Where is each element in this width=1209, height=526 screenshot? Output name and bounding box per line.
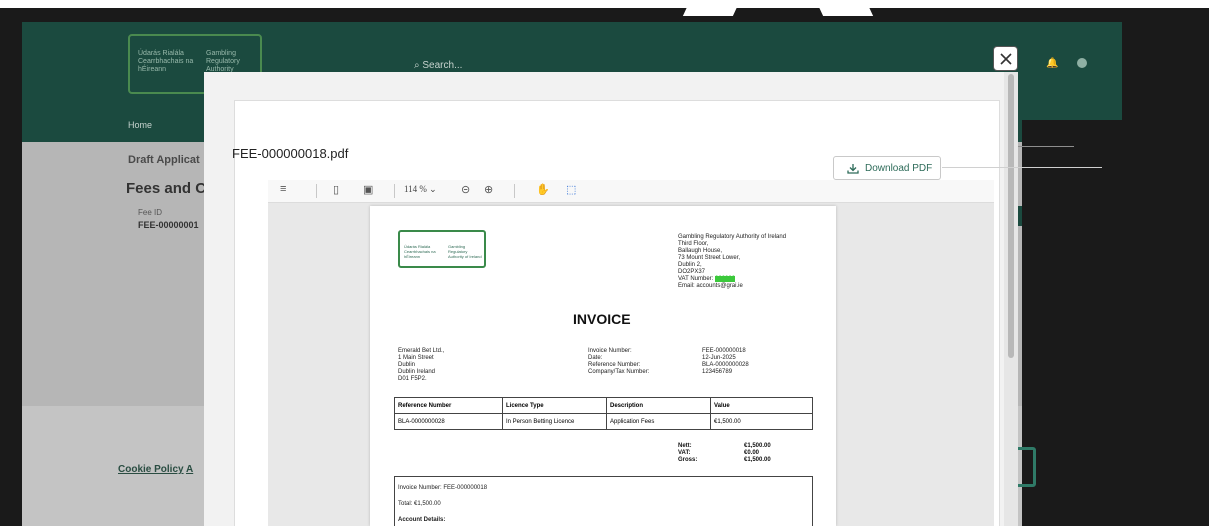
customer-address: Emerald Bet Ltd., 1 Main Street Dublin D… — [398, 348, 444, 383]
address-line: DO2PX37 — [678, 269, 706, 275]
bell-icon[interactable]: 🔔 — [1046, 58, 1058, 69]
box-account-details: Account Details: — [398, 517, 446, 523]
total-label: Gross: — [678, 457, 698, 463]
select-tool-icon[interactable]: ⬚ — [566, 183, 576, 196]
invoice-logo: Údarás Rialála Cearrbhachais na hÉireann… — [398, 230, 486, 268]
vat-label: VAT Number: — [678, 276, 714, 282]
email-line: Email: accounts@grai.ie — [678, 283, 743, 289]
address-line: 73 Mount Street Lower, — [678, 255, 741, 261]
page-icon[interactable]: ▣ — [363, 183, 373, 196]
site-search[interactable]: ⌕ Search... — [414, 60, 462, 71]
address-line: Gambling Regulatory Authority of Ireland — [678, 234, 787, 240]
address-line: Emerald Bet Ltd., — [398, 348, 445, 354]
table-cell: In Person Betting Licence — [502, 413, 607, 430]
page-title: Fees and C — [126, 180, 207, 197]
fee-id-label: Fee ID — [138, 208, 163, 217]
header-divider — [942, 167, 1102, 168]
address-line: 1 Main Street — [398, 355, 434, 361]
table-row: BLA-0000000028 In Person Betting Licence… — [394, 413, 813, 430]
address-line: Third Floor, — [678, 241, 709, 247]
frame-decoration — [812, 0, 874, 16]
breadcrumb[interactable]: Draft Applicat — [128, 154, 200, 166]
column-header: Licence Type — [502, 397, 607, 414]
toolbar-separator — [316, 184, 317, 198]
address-line: Dublin — [398, 362, 416, 368]
meta-value: BLA-0000000028 — [702, 362, 749, 368]
meta-label: Invoice Number: — [588, 348, 632, 354]
total-value: €0.00 — [744, 450, 760, 456]
site-search-placeholder: Search... — [422, 60, 463, 71]
user-avatar-icon[interactable] — [1077, 58, 1087, 68]
site-logo-irish: Údarás Rialála Cearrbhachais na hÉireann — [138, 50, 194, 73]
invoice-heading: INVOICE — [573, 311, 631, 327]
sidebar-icon[interactable]: ▯ — [333, 183, 339, 196]
total-label: VAT: — [678, 450, 691, 456]
invoice-logo-english: Gambling Regulatory Authority of Ireland — [448, 244, 482, 259]
file-name: FEE-000000018.pdf — [232, 146, 349, 161]
zoom-value: 114 % — [404, 184, 427, 194]
address-line: D01 F5P2. — [398, 376, 427, 382]
meta-value: 123456789 — [702, 369, 733, 375]
column-header: Description — [606, 397, 711, 414]
box-total: Total: €1,500.00 — [398, 501, 441, 507]
invoice-logo-irish: Údarás Rialála Cearrbhachais na hÉireann — [404, 244, 436, 259]
table-cell: €1,500.00 — [710, 413, 813, 430]
authority-address: Gambling Regulatory Authority of Ireland… — [678, 234, 786, 290]
totals-values: €1,500.00 €0.00 €1,500.00 — [744, 443, 771, 464]
payment-details-box — [394, 476, 813, 526]
download-icon — [847, 164, 859, 174]
download-pdf-button[interactable]: Download PDF — [833, 156, 941, 180]
vat-line: VAT Number: 000000 — [678, 276, 786, 283]
pdf-toolbar — [268, 180, 994, 203]
column-header: Value — [710, 397, 813, 414]
cookie-policy-link[interactable]: Cookie Policy — [118, 464, 184, 475]
menu-icon[interactable]: ≡ — [280, 183, 286, 195]
totals-labels: Nett: VAT: Gross: — [678, 443, 697, 464]
invoice-meta-values: FEE-000000018 12-Jun-2025 BLA-0000000028… — [702, 348, 749, 376]
invoice-meta-labels: Invoice Number: Date: Reference Number: … — [588, 348, 649, 376]
vat-value: 000000 — [715, 276, 736, 282]
total-value: €1,500.00 — [744, 443, 771, 449]
total-label: Nett: — [678, 443, 692, 449]
zoom-out-icon[interactable]: ⊝ — [461, 183, 470, 196]
frame-top-edge — [0, 0, 1209, 8]
meta-value: FEE-000000018 — [702, 348, 746, 354]
close-icon — [1000, 53, 1012, 65]
meta-label: Company/Tax Number: — [588, 369, 650, 375]
download-pdf-label: Download PDF — [865, 163, 933, 174]
meta-value: 12-Jun-2025 — [702, 355, 736, 361]
site-logo-english: Gambling Regulatory Authority — [206, 50, 240, 73]
meta-label: Date: — [588, 355, 603, 361]
close-button[interactable] — [993, 46, 1018, 71]
toolbar-separator — [514, 184, 515, 198]
footer-link[interactable]: A — [186, 464, 193, 475]
site-divider — [1010, 146, 1074, 147]
meta-label: Reference Number: — [588, 362, 641, 368]
site-action-button[interactable] — [1018, 206, 1022, 226]
invoice-table: Reference Number Licence Type Descriptio… — [394, 397, 813, 430]
table-cell: BLA-0000000028 — [394, 413, 503, 430]
address-line: Dublin Ireland — [398, 369, 436, 375]
zoom-in-icon[interactable]: ⊕ — [484, 183, 493, 196]
address-line: Ballaugh House, — [678, 248, 723, 254]
address-line: Dublin 2, — [678, 262, 702, 268]
nav-home[interactable]: Home — [128, 120, 152, 130]
toolbar-separator — [394, 184, 395, 198]
fee-id-value: FEE-00000001 — [138, 220, 199, 230]
table-cell: Application Fees — [606, 413, 711, 430]
table-header-row: Reference Number Licence Type Descriptio… — [394, 397, 813, 414]
total-value: €1,500.00 — [744, 457, 771, 463]
column-header: Reference Number — [394, 397, 503, 414]
zoom-select[interactable]: 114 % ⌄ — [404, 184, 437, 195]
hand-tool-icon[interactable]: ✋ — [536, 183, 550, 196]
modal-scrollbar-thumb[interactable] — [1008, 74, 1014, 358]
site-header-right — [1022, 22, 1122, 120]
box-invoice-number: Invoice Number: FEE-000000018 — [398, 485, 488, 491]
